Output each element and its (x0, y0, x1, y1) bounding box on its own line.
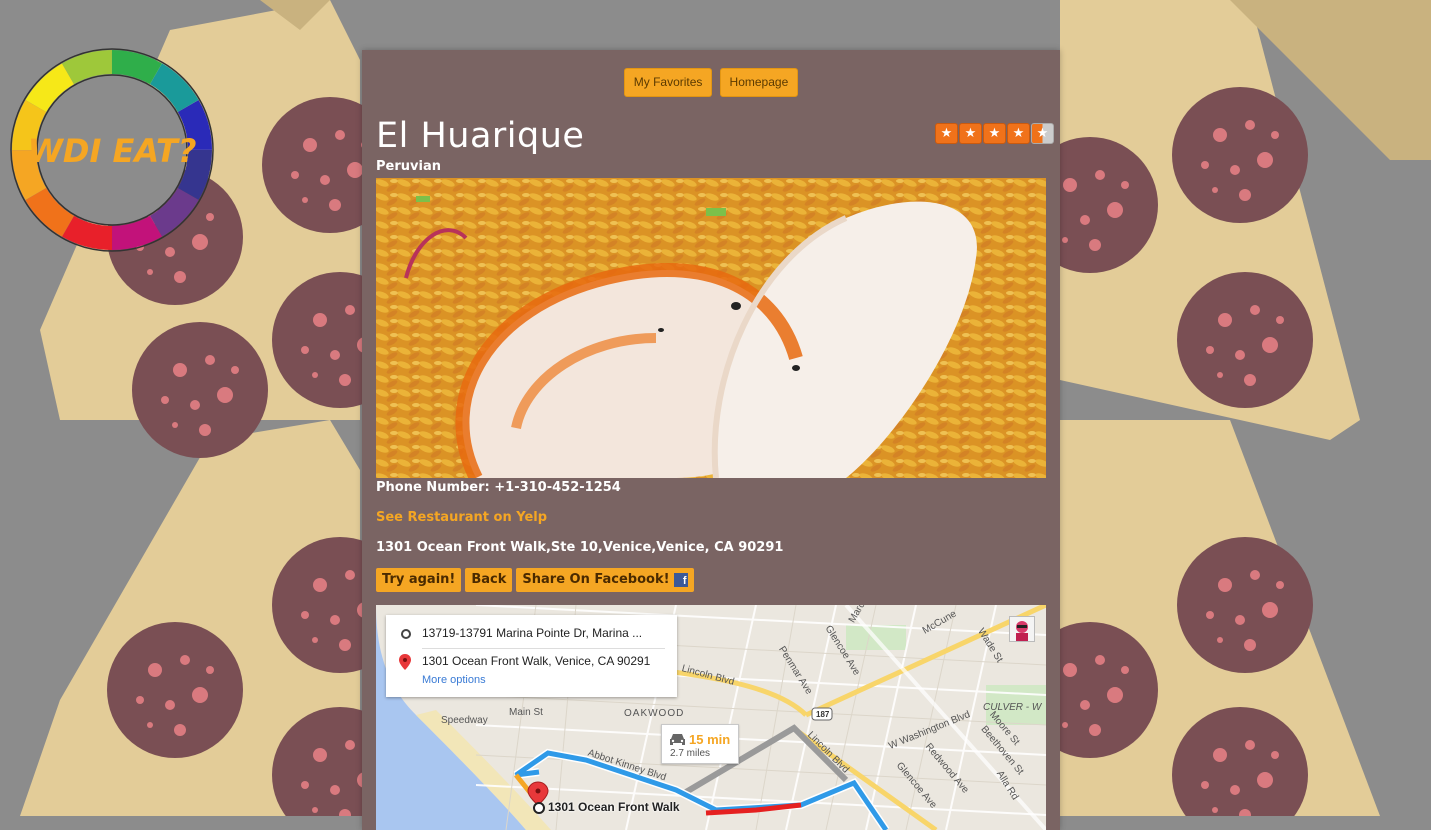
route-summary[interactable]: 15 min 2.7 miles (661, 724, 739, 764)
map-label: Speedway (441, 715, 488, 726)
logo-text: WDI EAT? (28, 132, 197, 170)
avatar-icon (1010, 617, 1034, 641)
my-favorites-button[interactable]: My Favorites (623, 68, 713, 97)
car-icon (670, 734, 685, 745)
directions-from[interactable]: 13719-13791 Marina Pointe Dr, Marina ... (422, 626, 642, 640)
restaurant-photo (376, 178, 1046, 478)
directions-card[interactable]: 13719-13791 Marina Pointe Dr, Marina ...… (386, 615, 677, 697)
star-icon: ★ (935, 123, 958, 144)
origin-dot-icon (401, 629, 411, 639)
more-options-link[interactable]: More options (422, 674, 486, 686)
route-distance: 2.7 miles (670, 748, 711, 759)
try-again-button[interactable]: Try again! (376, 568, 462, 592)
half-star-icon: ★ (1031, 123, 1054, 144)
action-buttons: Try again! Back Share On Facebook! f (376, 568, 694, 592)
back-label: Back (471, 572, 507, 587)
try-again-label: Try again! (382, 572, 456, 587)
phone-number: Phone Number: +1-310-452-1254 (376, 480, 621, 495)
star-icon: ★ (983, 123, 1006, 144)
highway-label: 187 (816, 710, 830, 719)
directions-map[interactable]: Speedway Main St OAKWOOD Abbot Kinney Bl… (376, 605, 1046, 830)
map-destination-label: 1301 Ocean Front Walk (548, 800, 680, 814)
share-facebook-button[interactable]: Share On Facebook! f (516, 568, 694, 592)
rating-stars: ★ ★ ★ ★ ★ (935, 123, 1054, 144)
divider (422, 648, 665, 649)
facebook-icon: f (673, 572, 688, 587)
map-label: OAKWOOD (624, 708, 685, 719)
top-nav: My Favorites Homepage (362, 68, 1060, 97)
map-label: Main St (509, 707, 543, 718)
directions-to[interactable]: 1301 Ocean Front Walk, Venice, CA 90291 (422, 654, 650, 668)
star-icon: ★ (959, 123, 982, 144)
user-avatar[interactable] (1009, 616, 1035, 642)
wdi-eat-logo[interactable]: WDI EAT? (10, 48, 214, 252)
restaurant-name: El Huarique (376, 116, 585, 156)
star-icon: ★ (1007, 123, 1030, 144)
homepage-button[interactable]: Homepage (719, 68, 799, 97)
restaurant-panel: My Favorites Homepage El Huarique ★ ★ ★ … (362, 50, 1060, 830)
route-time: 15 min (689, 732, 731, 747)
yelp-link[interactable]: See Restaurant on Yelp (376, 510, 547, 525)
restaurant-address: 1301 Ocean Front Walk,Ste 10,Venice,Veni… (376, 540, 784, 555)
back-button[interactable]: Back (465, 568, 513, 592)
cuisine-label: Peruvian (376, 159, 441, 174)
share-label: Share On Facebook! (522, 572, 670, 587)
destination-pin-icon (399, 654, 411, 670)
